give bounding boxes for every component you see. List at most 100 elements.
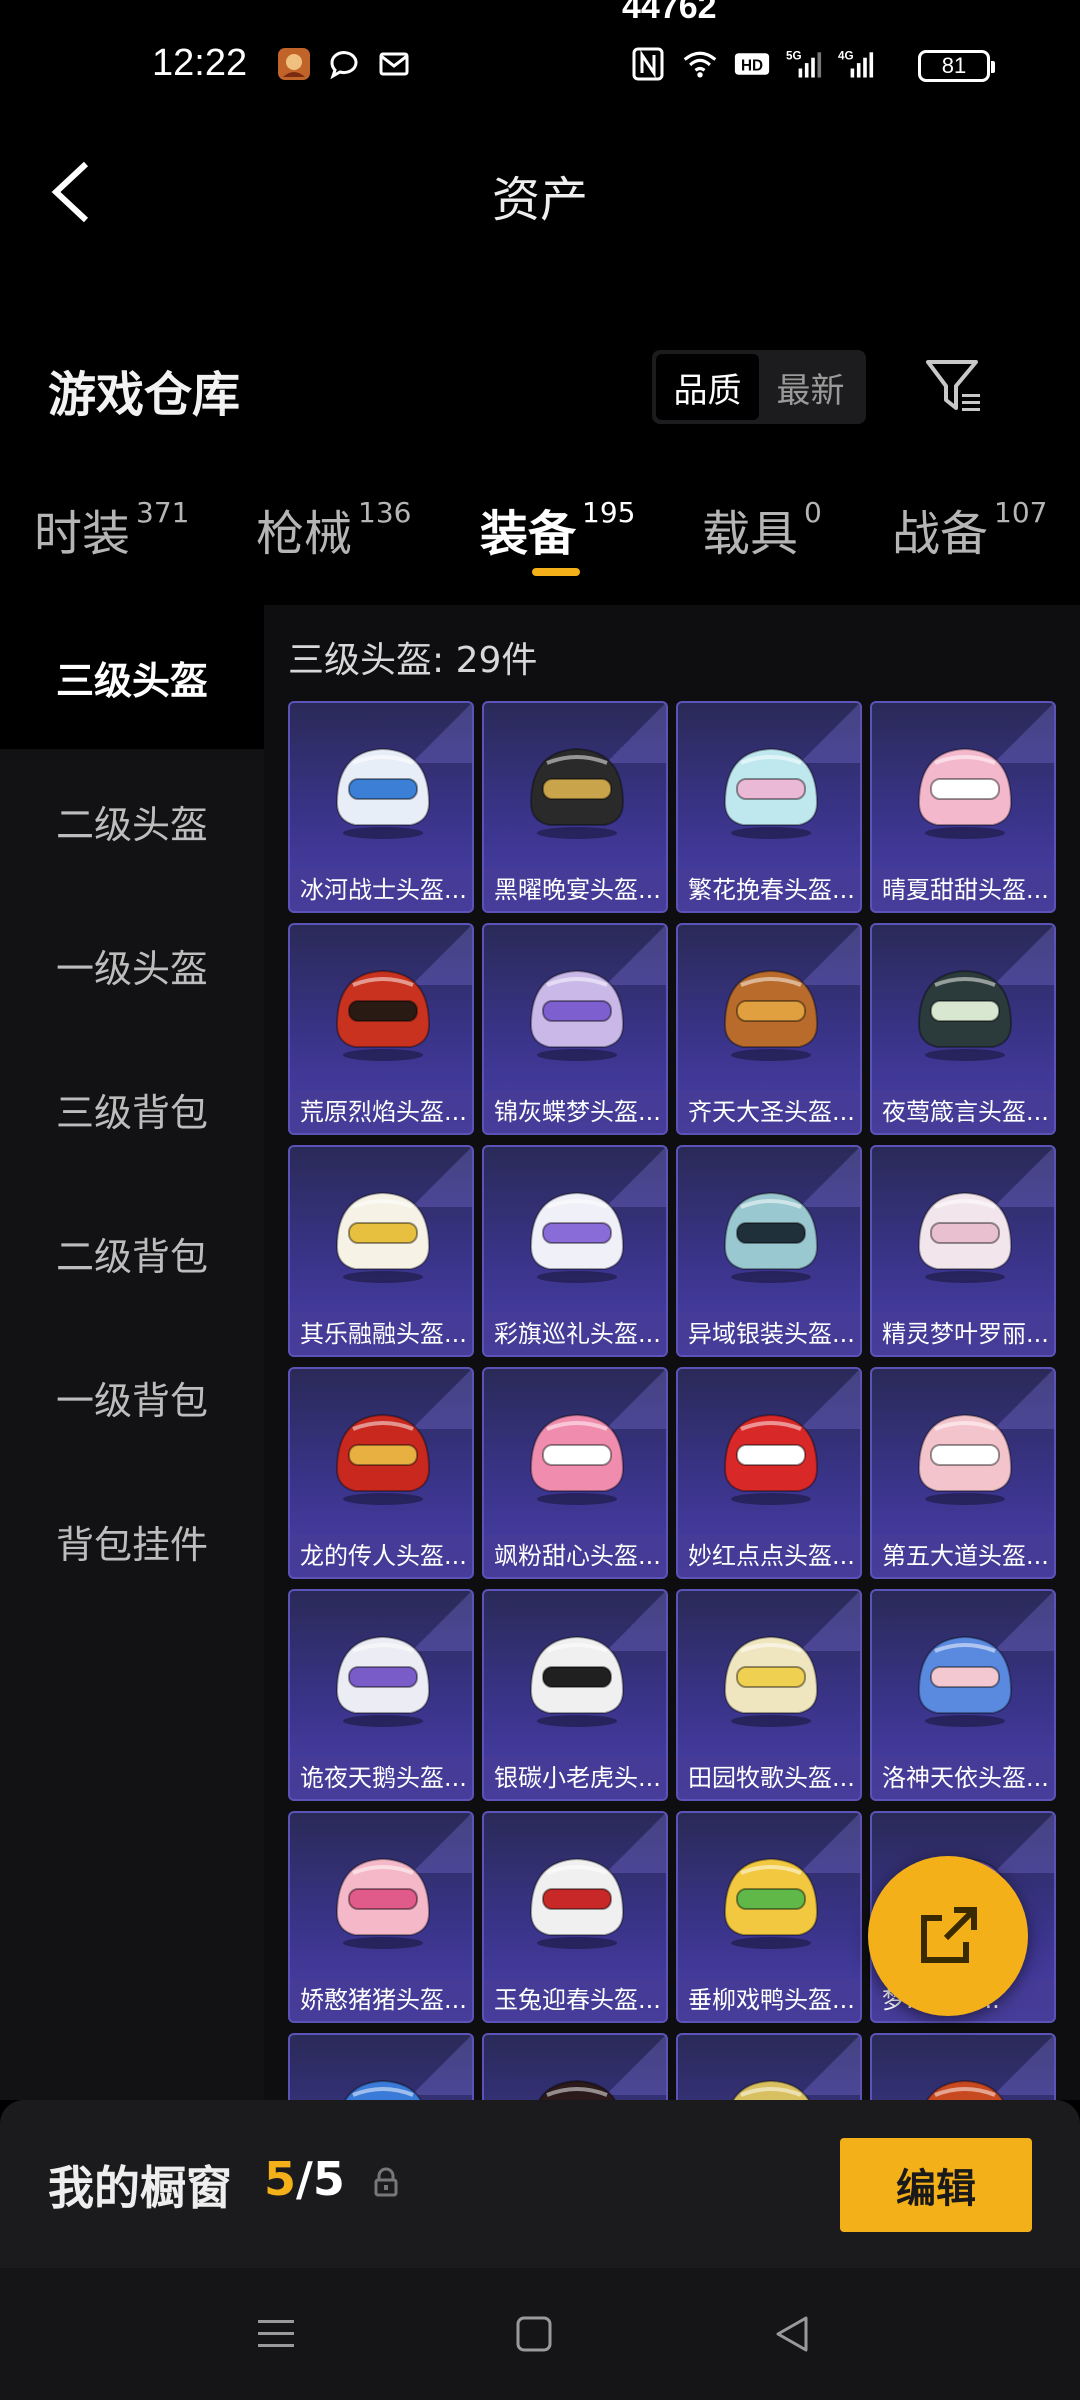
back-nav-button[interactable] [770, 2312, 814, 2356]
item-name: 黑曜晚宴头盔... [484, 869, 666, 911]
edit-button[interactable]: 编辑 [840, 2138, 1032, 2232]
helmet-icon [917, 747, 1013, 839]
item-card[interactable]: 其乐融融头盔... [288, 1145, 474, 1357]
helmet-icon [529, 969, 625, 1061]
item-card[interactable]: 洛神天依头盔... [870, 1589, 1056, 1801]
menu-nav-button[interactable] [254, 2312, 298, 2356]
sidebar-item-level1-backpack[interactable]: 一级背包 [0, 1325, 264, 1469]
status-time: 12:22 [152, 42, 248, 84]
item-card[interactable]: 荒原烈焰头盔... [288, 923, 474, 1135]
helmet-icon [723, 1857, 819, 1949]
sort-quality-button[interactable]: 品质 [656, 354, 759, 420]
share-fab-button[interactable] [868, 1856, 1028, 2016]
sort-newest-button[interactable]: 最新 [759, 354, 862, 420]
tab-fashion[interactable]: 时装 371 [34, 494, 189, 564]
item-name: 荒原烈焰头盔... [290, 1091, 472, 1133]
item-name: 飒粉甜心头盔... [484, 1535, 666, 1577]
item-card[interactable]: 玉兔迎春头盔... [482, 1811, 668, 2023]
item-card[interactable]: 繁花挽春头盔... [676, 701, 862, 913]
item-card[interactable]: 锦灰蝶梦头盔... [482, 923, 668, 1135]
warehouse-title: 游戏仓库 [48, 367, 241, 423]
item-card[interactable]: 异域银装头盔... [676, 1145, 862, 1357]
item-card[interactable]: 冰河战士头盔... [288, 701, 474, 913]
item-card[interactable]: 夜莺箴言头盔... [870, 923, 1056, 1135]
item-card[interactable]: 晴夏甜甜头盔... [870, 701, 1056, 913]
item-card[interactable]: 妙红点点头盔... [676, 1367, 862, 1579]
system-nav-bar [0, 2268, 1080, 2400]
helmet-icon [529, 1857, 625, 1949]
item-name: 锦灰蝶梦头盔... [484, 1091, 666, 1133]
item-card[interactable]: 龙的传人头盔... [288, 1367, 474, 1579]
item-card[interactable]: 黑曜晚宴头盔... [482, 701, 668, 913]
hd-icon: HD [734, 46, 770, 82]
sidebar-item-backpack-charm[interactable]: 背包挂件 [0, 1469, 264, 1613]
item-name: 诡夜天鹅头盔... [290, 1757, 472, 1799]
item-card[interactable]: 齐天大圣头盔... [676, 923, 862, 1135]
sidebar-item-level2-helmet[interactable]: 二级头盔 [0, 749, 264, 893]
tab-equipment[interactable]: 装备 195 [480, 494, 635, 564]
lock-icon [370, 2166, 402, 2198]
tab-count: 371 [136, 496, 190, 529]
share-external-icon [921, 1907, 977, 1963]
sidebar-item-level1-helmet[interactable]: 一级头盔 [0, 893, 264, 1037]
status-bar: 44762 12:22 HD 5G 4G 81 [0, 0, 1080, 130]
mail-icon [376, 46, 412, 82]
item-card[interactable] [482, 2033, 668, 2100]
game-app-icon [276, 46, 312, 82]
helmet-icon [335, 1857, 431, 1949]
item-name: 妙红点点头盔... [678, 1535, 860, 1577]
helmet-icon [529, 747, 625, 839]
tab-combat-gear[interactable]: 战备 107 [892, 494, 1047, 564]
item-card[interactable]: 垂柳戏鸭头盔... [676, 1811, 862, 2023]
helmet-icon [732, 2079, 810, 2100]
helmet-icon [335, 1413, 431, 1505]
item-card[interactable] [676, 2033, 862, 2100]
filter-icon [926, 360, 980, 411]
tab-label: 时装 [34, 506, 131, 562]
helmet-icon [917, 1191, 1013, 1283]
item-name: 娇憨猪猪头盔... [290, 1979, 472, 2021]
item-name: 异域银装头盔... [678, 1313, 860, 1355]
helmet-icon [723, 1413, 819, 1505]
tab-label: 载具 [702, 506, 799, 562]
item-card[interactable]: 诡夜天鹅头盔... [288, 1589, 474, 1801]
item-card[interactable] [288, 2033, 474, 2100]
item-name: 晴夏甜甜头盔... [872, 869, 1054, 911]
home-nav-button[interactable] [512, 2312, 556, 2356]
item-name: 冰河战士头盔... [290, 869, 472, 911]
item-card[interactable]: 精灵梦叶罗丽... [870, 1145, 1056, 1357]
item-name: 繁花挽春头盔... [678, 869, 860, 911]
item-name: 玉兔迎春头盔... [484, 1979, 666, 2021]
helmet-icon [335, 747, 431, 839]
item-card[interactable]: 娇憨猪猪头盔... [288, 1811, 474, 2023]
svg-text:HD: HD [741, 57, 763, 74]
item-card[interactable]: 第五大道头盔... [870, 1367, 1056, 1579]
nfc-icon [630, 46, 666, 82]
tab-firearms[interactable]: 枪械 136 [256, 494, 411, 564]
sort-toggle: 品质 最新 [652, 350, 866, 424]
item-card[interactable]: 飒粉甜心头盔... [482, 1367, 668, 1579]
svg-text:5G: 5G [786, 50, 802, 63]
battery-indicator: 81 [918, 50, 995, 82]
menu-icon [258, 2320, 294, 2347]
tab-count: 195 [582, 496, 636, 529]
helmet-icon [529, 1635, 625, 1727]
item-name: 洛神天依头盔... [872, 1757, 1054, 1799]
home-square-icon [516, 2316, 552, 2352]
showcase-count: 5/5 [264, 2152, 345, 2206]
sidebar-item-level2-backpack[interactable]: 二级背包 [0, 1181, 264, 1325]
item-name: 齐天大圣头盔... [678, 1091, 860, 1133]
chat-bubble-icon [326, 46, 362, 82]
filter-button[interactable] [922, 354, 986, 418]
tab-vehicles[interactable]: 载具 0 [702, 494, 822, 564]
item-card[interactable]: 田园牧歌头盔... [676, 1589, 862, 1801]
sidebar-item-level3-backpack[interactable]: 三级背包 [0, 1037, 264, 1181]
subcategory-sidebar: 三级头盔 二级头盔 一级头盔 三级背包 二级背包 一级背包 背包挂件 [0, 605, 264, 2100]
item-card[interactable]: 银碳小老虎头... [482, 1589, 668, 1801]
item-card[interactable] [870, 2033, 1056, 2100]
sidebar-item-level3-helmet[interactable]: 三级头盔 [0, 605, 264, 749]
helmet-icon [335, 969, 431, 1061]
svg-text:4G: 4G [838, 50, 854, 63]
item-card[interactable]: 彩旗巡礼头盔... [482, 1145, 668, 1357]
item-name: 银碳小老虎头... [484, 1757, 666, 1799]
